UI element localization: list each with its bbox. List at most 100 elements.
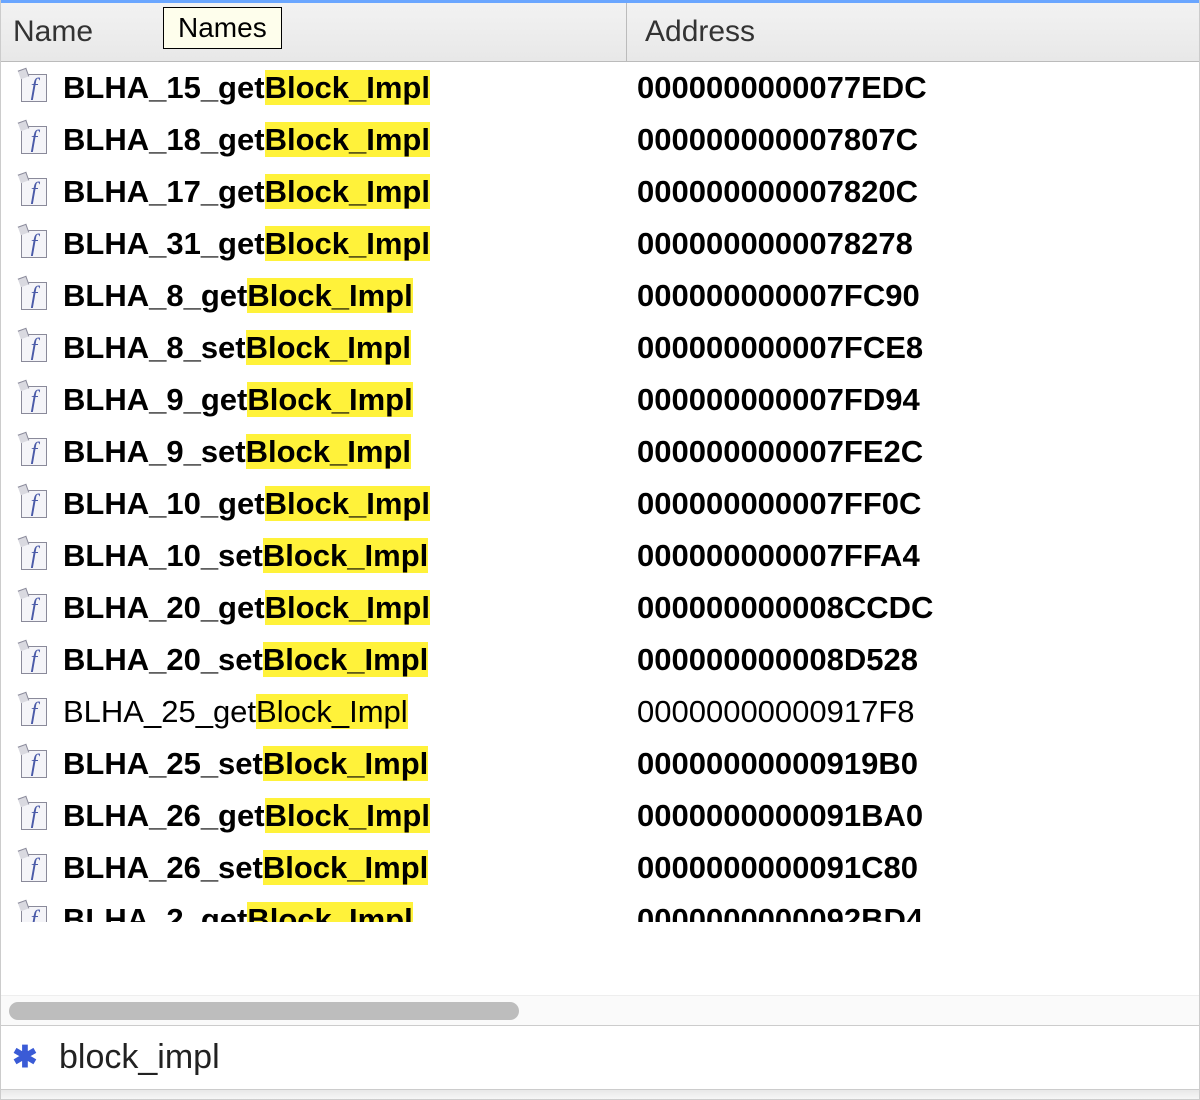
column-header-address[interactable]: Address bbox=[626, 3, 755, 61]
tooltip: Names bbox=[163, 7, 282, 49]
name-cell: BLHA_9_getBlock_Impl bbox=[63, 374, 637, 426]
search-highlight: Block_Impl bbox=[265, 486, 430, 521]
symbol-name: BLHA_2_getBlock_Impl bbox=[63, 894, 413, 922]
search-highlight: Block_Impl bbox=[263, 538, 428, 573]
panel-footer-shadow bbox=[1, 1089, 1199, 1099]
name-cell: BLHA_2_getBlock_Impl bbox=[63, 894, 637, 922]
address-cell: 000000000008CCDC bbox=[637, 582, 933, 634]
name-cell: BLHA_15_getBlock_Impl bbox=[63, 62, 637, 114]
function-icon: f bbox=[19, 384, 49, 416]
address-cell: 000000000008D528 bbox=[637, 634, 918, 686]
address-cell: 000000000007FCE8 bbox=[637, 322, 923, 374]
address-cell: 0000000000077EDC bbox=[637, 62, 927, 114]
address-cell: 0000000000078278 bbox=[637, 218, 913, 270]
symbol-name: BLHA_10_getBlock_Impl bbox=[63, 478, 430, 530]
function-icon: f bbox=[19, 176, 49, 208]
function-icon: f bbox=[19, 280, 49, 312]
table-row[interactable]: f BLHA_9_getBlock_Impl 000000000007FD94 bbox=[1, 374, 1199, 426]
address-cell: 000000000007FE2C bbox=[637, 426, 923, 478]
symbols-panel: Name Address Names f BLHA_15_getBlock_Imp… bbox=[0, 0, 1200, 1100]
table-row[interactable]: fBLHA_20_setBlock_Impl000000000008D528 bbox=[1, 634, 1199, 686]
column-header-name[interactable]: Name bbox=[1, 15, 626, 49]
table-row[interactable]: fBLHA_8_setBlock_Impl000000000007FCE8 bbox=[1, 322, 1199, 374]
search-highlight: Block_Impl bbox=[265, 70, 430, 105]
function-icon: f bbox=[19, 228, 49, 260]
table-row[interactable]: f BLHA_25_getBlock_Impl00000000000917F8 bbox=[1, 686, 1199, 738]
function-icon: f bbox=[19, 696, 49, 728]
search-highlight: Block_Impl bbox=[256, 694, 408, 729]
symbol-list[interactable]: fBLHA_15_getBlock_Impl0000000000077EDCfB… bbox=[1, 62, 1199, 995]
address-cell: 000000000007820C bbox=[637, 166, 918, 218]
horizontal-scrollbar[interactable] bbox=[1, 995, 1199, 1025]
symbol-name: BLHA_20_getBlock_Impl bbox=[63, 582, 430, 634]
table-row[interactable]: fBLHA_25_setBlock_Impl00000000000919B0 bbox=[1, 738, 1199, 790]
name-cell: BLHA_26_setBlock_Impl bbox=[63, 842, 637, 894]
search-highlight: Block_Impl bbox=[265, 226, 430, 261]
address-cell: 000000000007807C bbox=[637, 114, 918, 166]
scrollbar-thumb[interactable] bbox=[9, 1002, 519, 1020]
search-highlight: Block_Impl bbox=[263, 642, 428, 677]
symbol-name: BLHA_17_getBlock_Impl bbox=[63, 166, 430, 218]
symbol-name: BLHA_10_setBlock_Impl bbox=[63, 530, 428, 582]
table-row[interactable]: f BLHA_8_getBlock_Impl 000000000007FC90 bbox=[1, 270, 1199, 322]
symbol-name: BLHA_25_setBlock_Impl bbox=[63, 738, 428, 790]
clear-filter-icon[interactable]: ✱ bbox=[11, 1044, 39, 1072]
symbol-name: BLHA_9_getBlock_Impl bbox=[63, 374, 413, 426]
address-cell: 000000000007FFA4 bbox=[637, 530, 920, 582]
search-highlight: Block_Impl bbox=[265, 122, 430, 157]
table-row[interactable]: f BLHA_9_setBlock_Impl 000000000007FE2C bbox=[1, 426, 1199, 478]
table-row[interactable]: f BLHA_31_getBlock_Impl 0000000000078278 bbox=[1, 218, 1199, 270]
filter-input[interactable] bbox=[57, 1037, 1199, 1078]
search-highlight: Block_Impl bbox=[265, 590, 430, 625]
name-cell: BLHA_26_getBlock_Impl bbox=[63, 790, 637, 842]
search-highlight: Block_Impl bbox=[246, 330, 411, 365]
address-cell: 00000000000919B0 bbox=[637, 738, 918, 790]
function-icon: f bbox=[19, 852, 49, 884]
address-cell: 000000000007FC90 bbox=[637, 270, 920, 322]
table-row[interactable]: f BLHA_26_getBlock_Impl 0000000000091BA0 bbox=[1, 790, 1199, 842]
name-cell: BLHA_17_getBlock_Impl bbox=[63, 166, 637, 218]
search-highlight: Block_Impl bbox=[265, 798, 430, 833]
name-cell: BLHA_25_setBlock_Impl bbox=[63, 738, 637, 790]
table-row[interactable]: f BLHA_17_getBlock_Impl 000000000007820C bbox=[1, 166, 1199, 218]
address-cell: 0000000000091BA0 bbox=[637, 790, 923, 842]
function-icon: f bbox=[19, 904, 49, 922]
function-icon: f bbox=[19, 72, 49, 104]
search-highlight: Block_Impl bbox=[247, 278, 412, 313]
symbol-name: BLHA_18_getBlock_Impl bbox=[63, 114, 430, 166]
function-icon: f bbox=[19, 644, 49, 676]
name-cell: BLHA_18_getBlock_Impl bbox=[63, 114, 637, 166]
search-highlight: Block_Impl bbox=[263, 746, 428, 781]
table-header: Name Address Names bbox=[1, 0, 1199, 62]
table-row[interactable]: f BLHA_10_setBlock_Impl 000000000007FFA4 bbox=[1, 530, 1199, 582]
name-cell: BLHA_8_getBlock_Impl bbox=[63, 270, 637, 322]
name-cell: BLHA_10_getBlock_Impl bbox=[63, 478, 637, 530]
table-row[interactable]: f BLHA_18_getBlock_Impl 000000000007807C bbox=[1, 114, 1199, 166]
symbol-name: BLHA_26_setBlock_Impl bbox=[63, 842, 428, 894]
symbol-name: BLHA_15_getBlock_Impl bbox=[63, 62, 430, 114]
filter-bar: ✱ bbox=[1, 1025, 1199, 1089]
table-row[interactable]: fBLHA_26_setBlock_Impl0000000000091C80 bbox=[1, 842, 1199, 894]
address-cell: 000000000007FF0C bbox=[637, 478, 921, 530]
function-icon: f bbox=[19, 540, 49, 572]
search-highlight: Block_Impl bbox=[265, 174, 430, 209]
function-icon: f bbox=[19, 332, 49, 364]
symbol-name: BLHA_26_getBlock_Impl bbox=[63, 790, 430, 842]
name-cell: BLHA_10_setBlock_Impl bbox=[63, 530, 637, 582]
symbol-name: BLHA_31_getBlock_Impl bbox=[63, 218, 430, 270]
function-icon: f bbox=[19, 800, 49, 832]
table-row[interactable]: fBLHA_10_getBlock_Impl000000000007FF0C bbox=[1, 478, 1199, 530]
table-row[interactable]: f BLHA_15_getBlock_Impl 0000000000077EDC bbox=[1, 62, 1199, 114]
symbol-name: BLHA_9_setBlock_Impl bbox=[63, 426, 411, 478]
table-row[interactable]: fBLHA_20_getBlock_Impl000000000008CCDC bbox=[1, 582, 1199, 634]
function-icon: f bbox=[19, 436, 49, 468]
search-highlight: Block_Impl bbox=[263, 850, 428, 885]
table-row[interactable]: fBLHA_2_getBlock_Impl0000000000092BD4 bbox=[1, 894, 1199, 922]
name-cell: BLHA_25_getBlock_Impl bbox=[63, 686, 637, 738]
address-cell: 000000000007FD94 bbox=[637, 374, 920, 426]
function-icon: f bbox=[19, 124, 49, 156]
address-cell: 00000000000917F8 bbox=[637, 686, 915, 738]
name-cell: BLHA_20_getBlock_Impl bbox=[63, 582, 637, 634]
symbol-name: BLHA_8_getBlock_Impl bbox=[63, 270, 413, 322]
name-cell: BLHA_9_setBlock_Impl bbox=[63, 426, 637, 478]
